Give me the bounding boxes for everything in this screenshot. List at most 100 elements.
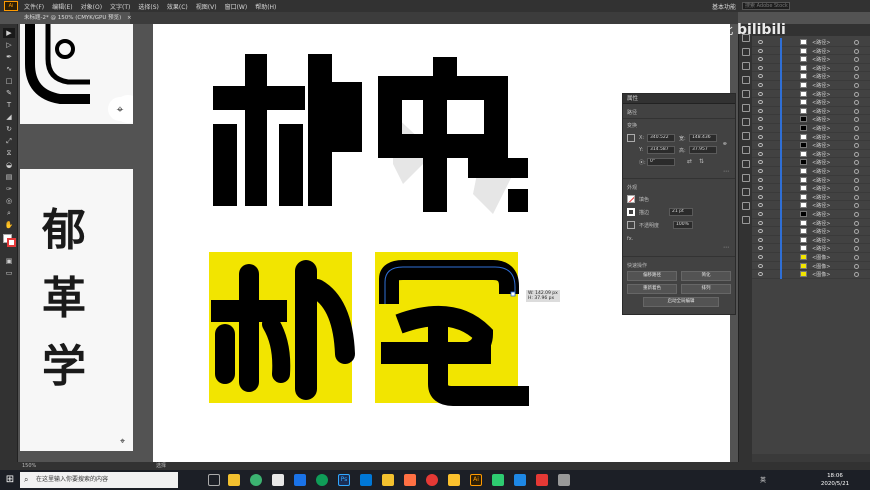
layer-row[interactable]: <路径> <box>752 115 870 124</box>
screen-mode-icon[interactable]: ▭ <box>3 268 15 278</box>
visibility-eye-icon[interactable] <box>758 117 763 122</box>
zoom-fit-icon[interactable]: ⌖ <box>108 97 132 121</box>
menu-window[interactable]: 窗口(W) <box>225 2 248 11</box>
visibility-eye-icon[interactable] <box>758 143 763 148</box>
symbols-panel-icon[interactable] <box>742 118 750 126</box>
menu-select[interactable]: 选择(S) <box>138 2 159 11</box>
workspace-switcher[interactable]: 基本功能 <box>712 2 736 11</box>
brushes-panel-icon[interactable] <box>742 104 750 112</box>
layer-row[interactable]: <路径> <box>752 227 870 236</box>
file-explorer-icon[interactable] <box>228 474 240 486</box>
anchor-handle[interactable] <box>510 291 516 297</box>
layer-row[interactable]: <路径> <box>752 81 870 90</box>
target-circle-icon[interactable] <box>854 212 859 217</box>
target-circle-icon[interactable] <box>854 40 859 45</box>
menu-edit[interactable]: 编辑(E) <box>52 2 72 11</box>
target-circle-icon[interactable] <box>854 186 859 192</box>
layer-row[interactable]: <路径> <box>752 46 870 56</box>
target-circle-icon[interactable] <box>854 246 859 252</box>
app-icon-3[interactable] <box>272 474 284 486</box>
reference-point-icon[interactable] <box>627 134 635 142</box>
visibility-eye-icon[interactable] <box>758 151 763 156</box>
layer-row[interactable]: <路径> <box>752 38 870 47</box>
visibility-eye-icon[interactable] <box>758 229 763 234</box>
artboard-thumbnail-top[interactable]: ⌖ <box>20 24 133 124</box>
target-circle-icon[interactable] <box>854 169 859 174</box>
gradient-panel-icon[interactable] <box>742 146 750 154</box>
app-icon-9[interactable] <box>404 474 416 486</box>
zoom-level[interactable]: 150% <box>22 462 36 470</box>
visibility-eye-icon[interactable] <box>758 91 763 96</box>
fx-button[interactable]: fx. <box>627 236 633 242</box>
zoom-tool-icon[interactable]: ⌕ <box>3 208 15 218</box>
menu-type[interactable]: 文字(T) <box>110 2 130 11</box>
hand-tool-icon[interactable]: ✋ <box>3 220 15 230</box>
wechat-icon[interactable] <box>250 474 262 486</box>
photoshop-icon[interactable]: Ps <box>338 474 350 486</box>
target-circle-icon[interactable] <box>854 237 859 243</box>
visibility-eye-icon[interactable] <box>758 203 763 208</box>
selection-tool-icon[interactable]: ▶ <box>3 28 15 38</box>
layer-row[interactable]: <路径> <box>752 244 870 253</box>
swatches-panel-icon[interactable] <box>742 90 750 98</box>
layer-row[interactable]: <路径> <box>752 158 870 167</box>
visibility-eye-icon[interactable] <box>758 212 763 216</box>
target-circle-icon[interactable] <box>854 100 859 106</box>
color-panel-icon[interactable] <box>742 76 750 84</box>
pen-tool-icon[interactable]: ✒ <box>3 52 15 62</box>
target-circle-icon[interactable] <box>854 160 859 166</box>
visibility-eye-icon[interactable] <box>758 246 763 251</box>
visibility-eye-icon[interactable] <box>758 220 763 225</box>
target-circle-icon[interactable] <box>854 57 859 63</box>
flip-horizontal-icon[interactable]: ⇄ <box>687 158 692 165</box>
clock[interactable]: 18:06 2020/5/21 <box>812 472 858 488</box>
appearance-panel-icon[interactable] <box>742 174 750 182</box>
stroke-swatch[interactable] <box>7 238 16 247</box>
layer-row[interactable]: <路径> <box>752 201 870 210</box>
layer-row[interactable]: <路径> <box>752 210 870 219</box>
target-circle-icon[interactable] <box>854 126 859 131</box>
target-circle-icon[interactable] <box>854 220 859 226</box>
close-icon[interactable]: × <box>127 15 132 21</box>
app-icon-14[interactable] <box>514 474 526 486</box>
visibility-eye-icon[interactable] <box>758 263 763 268</box>
eyedropper-tool-icon[interactable]: ✑ <box>3 184 15 194</box>
app-icon-8[interactable] <box>382 474 394 486</box>
app-icon-10[interactable] <box>426 474 438 486</box>
y-field[interactable]: 314.587 <box>647 146 675 154</box>
recolor-button[interactable]: 重新着色 <box>627 284 677 294</box>
menu-object[interactable]: 对象(O) <box>81 2 102 11</box>
direct-selection-tool-icon[interactable]: ▷ <box>3 40 15 50</box>
target-circle-icon[interactable] <box>854 177 859 183</box>
stock-search-input[interactable]: 搜索 Adobe Stock <box>742 2 790 10</box>
layer-row[interactable]: <路径> <box>752 106 870 116</box>
layer-row[interactable]: <路径> <box>752 141 870 150</box>
target-circle-icon[interactable] <box>854 194 859 200</box>
layer-row[interactable]: <路径> <box>752 98 870 107</box>
pencil-tool-icon[interactable]: ✎ <box>3 88 15 98</box>
visibility-eye-icon[interactable] <box>758 255 763 259</box>
visibility-eye-icon[interactable] <box>758 237 763 242</box>
global-edit-button[interactable]: 启动全局编辑 <box>643 297 719 307</box>
target-circle-icon[interactable] <box>854 134 859 140</box>
transparency-panel-icon[interactable] <box>742 160 750 168</box>
visibility-eye-icon[interactable] <box>758 57 763 62</box>
zoom-fit-small-icon[interactable]: ⌖ <box>120 437 125 447</box>
layer-row[interactable]: <路径> <box>752 167 870 176</box>
target-circle-icon[interactable] <box>854 143 859 149</box>
target-circle-icon[interactable] <box>854 48 859 54</box>
stroke-width-field[interactable]: 21 pt <box>669 208 693 216</box>
document-tab[interactable]: 未标题-2* @ 150% (CMYK/GPU 预览) × <box>18 12 132 24</box>
type-tool-icon[interactable]: T <box>3 100 15 110</box>
gradient-tool-icon[interactable]: ▤ <box>3 172 15 182</box>
pathfinder-panel-icon[interactable] <box>742 202 750 210</box>
visibility-eye-icon[interactable] <box>758 134 763 139</box>
app-icon-5[interactable] <box>316 474 328 486</box>
illustrator-icon[interactable]: Ai <box>470 474 482 486</box>
stroke-panel-icon[interactable] <box>742 132 750 140</box>
visibility-eye-icon[interactable] <box>758 126 763 130</box>
visibility-eye-icon[interactable] <box>758 83 763 87</box>
app-icon-15[interactable] <box>536 474 548 486</box>
visibility-eye-icon[interactable] <box>758 160 763 165</box>
task-view-icon[interactable] <box>208 474 220 486</box>
